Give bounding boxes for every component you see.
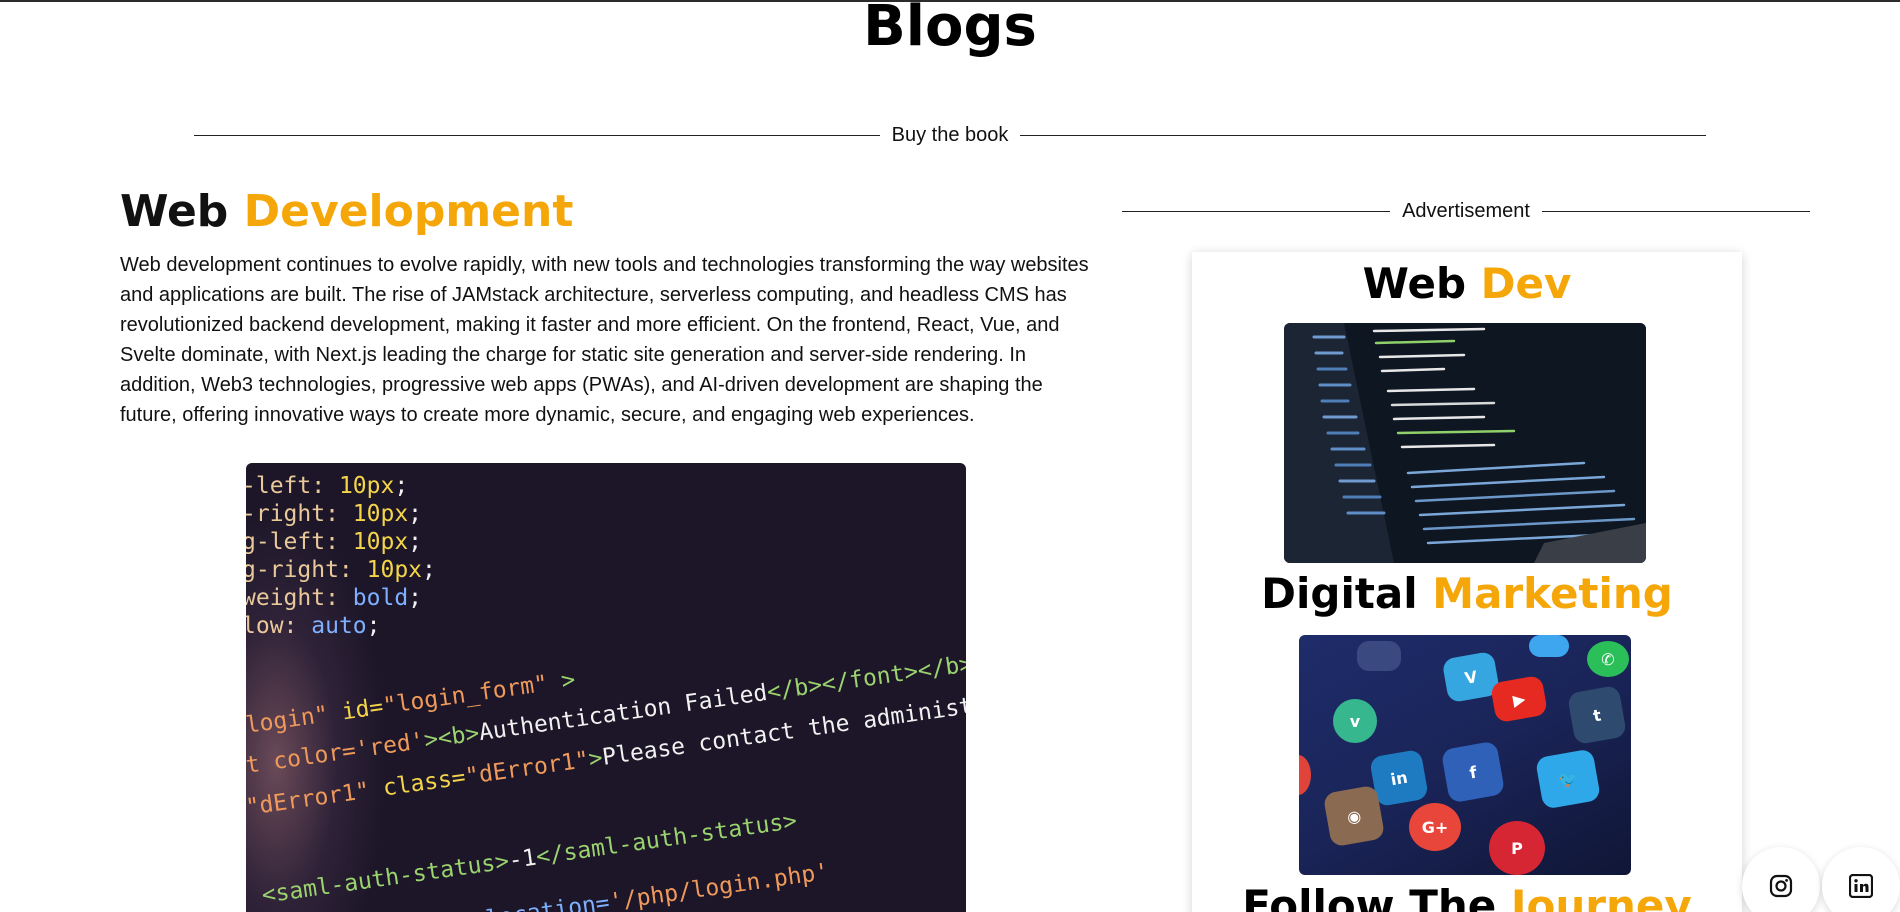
ad-title-accent: Journey (1510, 881, 1692, 912)
code-screenshot-image: -left: 10px; -right: 10px; g-left: 10px;… (246, 463, 966, 912)
ad-title-web-dev[interactable]: Web Dev (1192, 258, 1742, 310)
instagram-app-icon: ◉ (1322, 784, 1386, 848)
youtube-icon: ▶ (1489, 674, 1549, 724)
google-plus-icon: G+ (1409, 803, 1461, 851)
page-title: Blogs (863, 0, 1037, 59)
advertisement-label: Advertisement (1402, 200, 1530, 222)
code-line: weight: bold; (246, 585, 423, 611)
ad-title-accent: Marketing (1432, 569, 1673, 618)
advertisement-card: Web Dev Digital Marketing V ✆ v ▶ t in f… (1192, 252, 1742, 912)
code-line: -right: 10px; (246, 501, 423, 527)
laptop-code-image[interactable] (1284, 323, 1646, 563)
buy-book-link[interactable]: Buy the book (880, 124, 1021, 147)
ad-title-accent: Dev (1480, 259, 1572, 308)
code-line: g-right: 10px; (246, 557, 436, 583)
pinterest-icon: P (1489, 821, 1545, 875)
instagram-link[interactable] (1742, 847, 1820, 912)
messenger-icon (1357, 641, 1401, 671)
app-icon-partial (1299, 755, 1311, 795)
divider-line-left (194, 135, 880, 136)
social-apps-image[interactable]: V ✆ v ▶ t in f 🐦 ◉ G+ P (1299, 635, 1631, 875)
article-title: Web Development (120, 184, 1100, 240)
divider-line-right (1020, 135, 1706, 136)
article-title-accent: Development (243, 186, 574, 237)
linkedin-link[interactable] (1822, 847, 1900, 912)
article-body: Web development continues to evolve rapi… (120, 254, 1089, 426)
article-title-plain: Web (120, 186, 229, 237)
twitter-icon: 🐦 (1534, 748, 1602, 810)
advertisement-divider: Advertisement (1122, 200, 1810, 223)
code-line: low: auto; (246, 613, 381, 639)
instagram-icon (1769, 874, 1793, 898)
divider-line-left (1122, 211, 1391, 212)
vine-icon: v (1333, 699, 1377, 743)
tumblr-icon: t (1566, 684, 1628, 746)
ad-title-digital-marketing[interactable]: Digital Marketing (1192, 568, 1742, 620)
linkedin-icon (1849, 874, 1873, 898)
laptop-code-illustration (1284, 323, 1646, 563)
skype-icon (1529, 635, 1569, 657)
code-line: -left: 10px; (246, 473, 409, 499)
buy-book-divider: Buy the book (194, 124, 1706, 147)
divider-line-right (1541, 211, 1810, 212)
ad-title-follow-the-journey[interactable]: Follow The Journey (1192, 880, 1742, 912)
whatsapp-icon: ✆ (1587, 641, 1629, 677)
blog-article: Web Development Web development continue… (120, 184, 1100, 430)
ad-title-plain: Web (1362, 259, 1467, 308)
code-line: g-left: 10px; (246, 529, 423, 555)
ad-title-plain: Digital (1261, 569, 1418, 618)
facebook-icon: f (1440, 740, 1506, 804)
ad-title-plain: Follow The (1242, 881, 1497, 912)
